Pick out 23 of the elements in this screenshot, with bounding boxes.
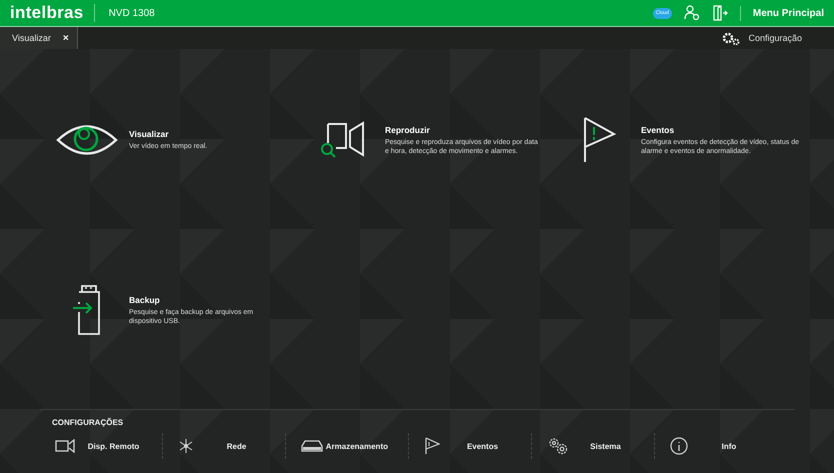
gears-icon (547, 436, 569, 456)
section-title: CONFIGURAÇÕES (52, 418, 124, 427)
settings-item[interactable]: Info (655, 433, 778, 459)
tab[interactable]: Visualizar × (0, 27, 78, 49)
settings-item[interactable]: Armazenamento (286, 433, 409, 459)
flag-icon (424, 437, 440, 455)
camera-icon (55, 439, 75, 453)
user-settings-icon[interactable] (684, 5, 700, 21)
settings-item[interactable]: Disp. Remoto (40, 433, 163, 459)
usb-drive-icon (72, 285, 102, 335)
flag-icon (582, 117, 616, 163)
gears-icon (722, 32, 740, 44)
info-icon (670, 437, 688, 455)
settings-item[interactable]: Sistema (532, 433, 655, 459)
settings-link[interactable]: Configuração (716, 27, 808, 49)
storage-drive-icon (301, 440, 323, 452)
brand-logo: intelbras (10, 4, 95, 22)
device-model: NVD 1308 (108, 8, 155, 18)
settings-item[interactable]: Eventos (409, 433, 532, 459)
settings-item[interactable]: Rede (163, 433, 286, 459)
logout-icon[interactable] (712, 5, 728, 21)
close-icon[interactable]: × (62, 32, 69, 44)
network-icon (178, 438, 194, 454)
